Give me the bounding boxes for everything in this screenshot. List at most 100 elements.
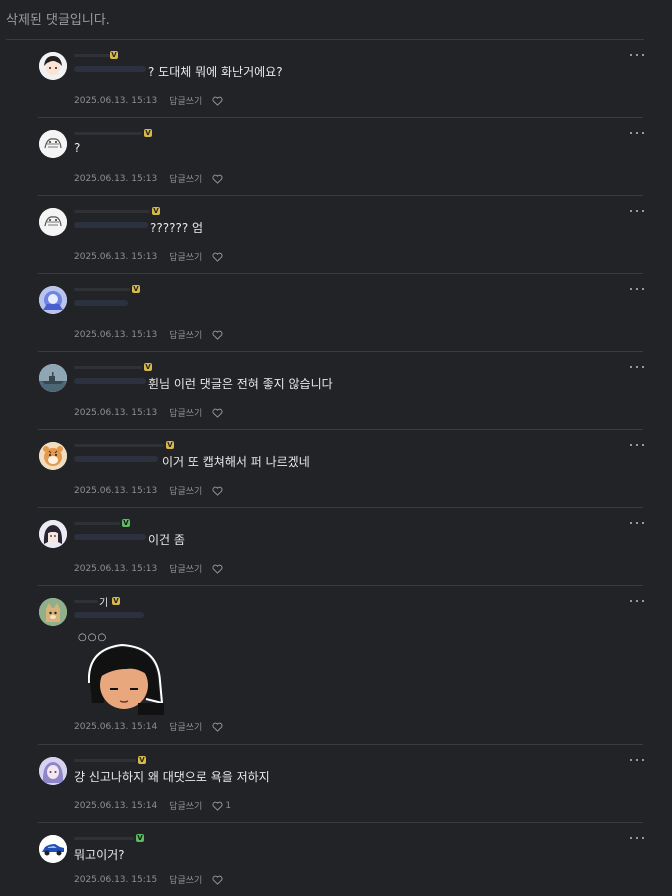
- more-options-icon[interactable]: [630, 362, 644, 372]
- dark-hair-avatar[interactable]: [39, 520, 67, 548]
- heart-icon: [212, 875, 223, 885]
- reply-button[interactable]: 답글쓰기: [169, 406, 202, 419]
- cat-avatar[interactable]: [39, 598, 67, 626]
- heart-icon: [212, 564, 223, 574]
- reply-comment: V ? 도대체 뭐에 화난거에요? 2025.06.13. 15:13 답글쓰기: [38, 40, 644, 118]
- nickname-blurred[interactable]: 기V: [74, 597, 144, 609]
- reply-button[interactable]: 답글쓰기: [169, 328, 202, 341]
- heart-icon: [212, 174, 223, 184]
- tiger-avatar[interactable]: [39, 442, 67, 470]
- sketch-avatar[interactable]: [39, 208, 67, 236]
- mention-blurred: [74, 612, 144, 618]
- comment-text: 이거 또 캡쳐해서 퍼 나르겠네: [162, 455, 310, 469]
- purple-anime-avatar[interactable]: [39, 757, 67, 785]
- nickname-blurred[interactable]: V: [74, 129, 152, 138]
- reply-button[interactable]: 답글쓰기: [169, 873, 202, 886]
- reply-button[interactable]: 답글쓰기: [169, 562, 202, 575]
- more-options-icon[interactable]: [630, 755, 644, 765]
- comment-date: 2025.06.13. 15:14: [74, 800, 158, 811]
- like-count: 1: [225, 800, 232, 811]
- anime-avatar[interactable]: [39, 52, 67, 80]
- like-button[interactable]: [212, 96, 223, 106]
- mention-blurred: [74, 222, 148, 228]
- like-button[interactable]: [212, 408, 223, 418]
- reply-button[interactable]: 답글쓰기: [169, 799, 202, 812]
- reply-button[interactable]: 답글쓰기: [169, 484, 202, 497]
- comment-meta: 2025.06.13. 15:13 답글쓰기: [74, 172, 223, 185]
- deleted-comment-notice: 삭제된 댓글입니다.: [6, 13, 110, 28]
- comment-meta: 2025.06.13. 15:14 답글쓰기 1: [74, 799, 231, 813]
- reply-button[interactable]: 답글쓰기: [169, 172, 202, 185]
- heart-icon: [212, 330, 223, 340]
- nickname-blurred[interactable]: V: [74, 285, 144, 294]
- more-options-icon[interactable]: [630, 518, 644, 528]
- like-button[interactable]: [212, 330, 223, 340]
- more-options-icon[interactable]: [630, 50, 644, 60]
- comment-date: 2025.06.13. 15:14: [74, 721, 158, 732]
- more-options-icon[interactable]: [630, 596, 644, 606]
- sketch-avatar[interactable]: [39, 130, 67, 158]
- blue-car-avatar[interactable]: [39, 835, 67, 863]
- level-badge-icon: V: [122, 519, 130, 527]
- comment-date: 2025.06.13. 15:13: [74, 173, 158, 184]
- reply-comment: V ?????? 엄 2025.06.13. 15:13 답글쓰기: [38, 196, 644, 274]
- comment-text: ? 도대체 뭐에 화난거에요?: [148, 65, 283, 79]
- level-badge-icon: V: [110, 51, 118, 59]
- comment-meta: 2025.06.13. 15:13 답글쓰기: [74, 250, 223, 263]
- girl-sticker: [87, 643, 164, 715]
- nickname-blurred[interactable]: V: [74, 207, 160, 216]
- reply-button[interactable]: 답글쓰기: [169, 94, 202, 107]
- reply-comment: V 걍 신고나하지 왜 대댓으로 욕을 저하지 2025.06.13. 15:1…: [38, 745, 644, 823]
- level-badge-icon: V: [132, 285, 140, 293]
- comment-date: 2025.06.13. 15:13: [74, 251, 158, 262]
- comment-meta: 2025.06.13. 15:14 답글쓰기: [74, 720, 223, 733]
- comment-meta: 2025.06.13. 15:13 답글쓰기: [74, 406, 223, 419]
- heart-icon: [212, 252, 223, 262]
- more-options-icon[interactable]: [630, 440, 644, 450]
- like-button[interactable]: [212, 564, 223, 574]
- like-button[interactable]: 1: [212, 801, 231, 811]
- more-options-icon[interactable]: [630, 833, 644, 843]
- reply-button[interactable]: 답글쓰기: [169, 720, 202, 733]
- nickname-visible-part: 기: [99, 598, 109, 609]
- more-options-icon[interactable]: [630, 284, 644, 294]
- reply-comment: V 2025.06.13. 15:13 답글쓰기: [38, 274, 644, 352]
- comment-date: 2025.06.13. 15:13: [74, 329, 158, 340]
- mention-blurred: [74, 66, 146, 72]
- heart-icon: [212, 722, 223, 732]
- level-badge-icon: V: [152, 207, 160, 215]
- mention-blurred: [74, 534, 146, 540]
- more-options-icon[interactable]: [630, 206, 644, 216]
- comment-meta: 2025.06.13. 15:13 답글쓰기: [74, 328, 223, 341]
- like-button[interactable]: [212, 252, 223, 262]
- like-button[interactable]: [212, 486, 223, 496]
- comment-meta: 2025.06.13. 15:13 답글쓰기: [74, 94, 223, 107]
- nickname-blurred[interactable]: V: [74, 834, 144, 843]
- comment-date: 2025.06.13. 15:13: [74, 563, 158, 574]
- heart-icon: [212, 486, 223, 496]
- heart-icon: [212, 801, 223, 811]
- comment-date: 2025.06.13. 15:13: [74, 485, 158, 496]
- like-button[interactable]: [212, 722, 223, 732]
- like-button[interactable]: [212, 875, 223, 885]
- mention-blurred: [74, 456, 158, 462]
- comment-text: 휜님 이런 댓글은 전혀 좋지 않습니다: [148, 377, 333, 391]
- nickname-blurred[interactable]: V: [74, 363, 152, 372]
- nickname-blurred[interactable]: V: [74, 441, 174, 450]
- comment-date: 2025.06.13. 15:15: [74, 874, 158, 885]
- nickname-blurred[interactable]: V: [74, 756, 146, 765]
- level-badge-icon: V: [138, 756, 146, 764]
- reply-comment: 기V ○○○ 2025.06.13. 15:14 답글쓰기: [38, 586, 644, 745]
- reply-comment: V 이거 또 캡쳐해서 퍼 나르겠네 2025.06.13. 15:13 답글쓰…: [38, 430, 644, 508]
- reply-button[interactable]: 답글쓰기: [169, 250, 202, 263]
- warship-avatar[interactable]: [39, 364, 67, 392]
- more-options-icon[interactable]: [630, 128, 644, 138]
- reply-comment: V 이건 좀 2025.06.13. 15:13 답글쓰기: [38, 508, 644, 586]
- nickname-blurred[interactable]: V: [74, 519, 144, 528]
- heart-icon: [212, 96, 223, 106]
- comment-date: 2025.06.13. 15:13: [74, 407, 158, 418]
- like-button[interactable]: [212, 174, 223, 184]
- blue-character-avatar[interactable]: [39, 286, 67, 314]
- comment-meta: 2025.06.13. 15:15 답글쓰기: [74, 873, 223, 886]
- nickname-blurred[interactable]: V: [74, 51, 144, 60]
